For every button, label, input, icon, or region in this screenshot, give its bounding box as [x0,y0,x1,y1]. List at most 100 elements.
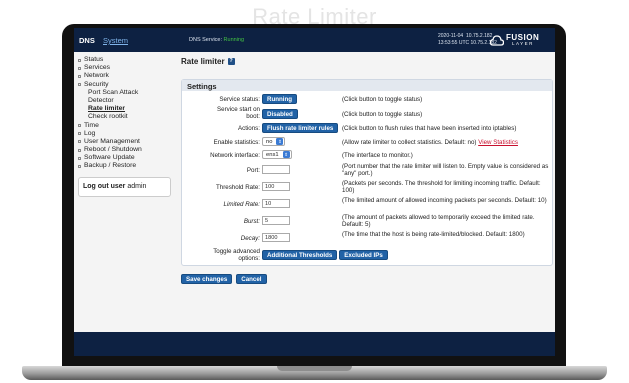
threshold-rate-label: Threshold Rate: [215,184,260,191]
content-header: Rate limiter ? [181,56,555,67]
expand-box-icon [78,66,81,70]
help-icon[interactable]: ? [227,58,235,65]
service-status-indicator: DNS Service: Running [189,37,244,43]
network-interface-select[interactable]: ens1 ⇕ [262,150,292,159]
sidebar-item-backup[interactable]: Backup / Restore [78,162,173,170]
additional-thresholds-button[interactable]: Additional Thresholds [262,250,338,260]
service-status-value: Running [223,37,245,43]
sidebar-subitem-check-rootkit[interactable]: Check rootkit [78,113,173,121]
burst-input[interactable]: 5 [262,216,290,225]
sidebar-item-user-management[interactable]: User Management [78,138,173,146]
service-boot-label: Service start on boot: [217,106,260,120]
view-statistics-link[interactable]: View Statistics [478,139,518,146]
service-status-prefix: DNS Service: [189,37,223,43]
cancel-button[interactable]: Cancel [236,274,267,284]
sidebar-item-log[interactable]: Log [78,130,173,138]
system-link[interactable]: System [103,36,128,45]
sidebar-item-label: Network [84,72,109,80]
excluded-ips-button[interactable]: Excluded IPs [339,250,388,260]
enable-statistics-value: no [266,138,273,145]
network-interface-desc: (The interface to monitor.) [342,152,413,159]
service-boot-toggle-button[interactable]: Disabled [262,109,298,119]
burst-desc: (The amount of packets allowed to tempor… [342,214,535,228]
advanced-options-label-2: options: [238,255,260,262]
service-status-toggle-button[interactable]: Running [262,94,298,104]
expand-box-icon [78,165,81,169]
expand-box-icon [78,148,81,152]
port-input[interactable] [262,165,290,174]
collapse-box-icon [78,83,81,87]
time-text: 13:53:55 UTC [438,39,470,46]
enable-statistics-label: Enable statistics: [213,139,260,146]
logo-word-2: LAYER [512,41,534,46]
decay-label: Decay: [240,235,260,242]
page-title: Rate limiter [181,57,225,66]
limited-rate-label: Limited Rate: [223,201,260,208]
enable-statistics-select[interactable]: no ⇕ [262,137,286,146]
flush-rules-button[interactable]: Flush rate limiter rules [262,123,339,133]
port-desc: (Port number that the rate limiter will … [342,163,549,177]
logout-username: admin [127,182,147,190]
sidebar-item-label: Rate limiter [88,105,126,113]
network-interface-value: ens1 [266,151,279,158]
threshold-rate-desc: (Packets per seconds. The threshold for … [342,180,541,194]
ip-text-1: 10.75.2.182 [466,33,493,39]
sidebar-item-label: User Management [84,137,140,145]
network-interface-label: Network interface: [210,152,260,159]
burst-label: Burst: [243,218,260,225]
expand-box-icon [78,132,81,136]
logout-label: Log out user [83,182,126,190]
decay-desc: (The time that the host is being rate-li… [342,231,525,238]
sidebar-item-security[interactable]: Security [78,81,173,89]
decay-input[interactable]: 1800 [262,233,290,242]
sidebar-item-software-update[interactable]: Software Update [78,154,173,162]
service-boot-desc: (Click button to toggle status) [342,111,423,118]
sidebar-item-label: Port Scan Attack [88,88,139,96]
expand-box-icon [78,74,81,78]
service-boot-label-1: Service start on [217,106,260,113]
logout-button[interactable]: Log out user admin [78,176,171,197]
actions-desc: (Click button to flush rules that have b… [342,125,517,132]
enable-statistics-desc: (Allow rate limiter to collect statistic… [342,139,552,146]
top-bar: DNS System DNS Service: Running 2020-11-… [74,28,555,52]
port-label: Port: [246,167,260,174]
sidebar-item-time[interactable]: Time [78,122,173,130]
sidebar-item-label: Time [84,121,99,129]
threshold-rate-input[interactable]: 100 [262,182,290,191]
sidebar-subitem-detector[interactable]: Detector [78,97,173,105]
form-actions: Save changes Cancel [181,274,269,284]
chevron-down-icon: ⇕ [282,151,290,158]
fusion-layer-logo: FUSION LAYER [490,33,552,48]
expand-box-icon [78,58,81,62]
service-status-label: Service status: [219,96,260,103]
expand-box-icon [78,156,81,160]
date-text: 2020-11-04 [438,33,464,39]
sidebar-subitem-port-scan[interactable]: Port Scan Attack [78,89,173,97]
clock-ip-block: 2020-11-04 10.75.2.182 13:53:55 UTC 10.7… [438,33,497,46]
save-changes-button[interactable]: Save changes [181,274,233,284]
service-status-desc: (Click button to toggle status) [342,96,423,103]
brand-label: DNS [79,36,95,45]
cloud-logo-icon [490,35,504,46]
sidebar-item-reboot[interactable]: Reboot / Shutdown [78,146,173,154]
sidebar-item-label: Backup / Restore [84,162,137,170]
sidebar-item-label: Log [84,129,96,137]
sidebar-item-label: Detector [88,96,114,104]
screen-bottom-bar [74,332,555,356]
sidebar-item-network[interactable]: Network [78,72,173,80]
chevron-down-icon: ⇕ [276,138,284,145]
advanced-options-label-1: Toggle advanced [213,248,260,255]
sidebar-subitem-rate-limiter[interactable]: Rate limiter [78,105,173,113]
sidebar-item-label: Check rootkit [88,113,128,121]
sidebar-item-label: Reboot / Shutdown [84,146,142,154]
limited-rate-input[interactable]: 10 [262,199,290,208]
sidebar-item-status[interactable]: Status [78,56,173,64]
expand-box-icon [78,140,81,144]
laptop-notch [277,366,352,371]
limited-rate-desc: (The limited amount of allowed incoming … [342,197,547,204]
sidebar-item-label: Services [84,64,111,72]
sidebar-item-services[interactable]: Services [78,64,173,72]
settings-panel: Settings Service status: Running (Click … [181,79,553,266]
advanced-options-label: Toggle advanced options: [213,248,260,262]
sidebar-item-label: Security [84,80,109,88]
